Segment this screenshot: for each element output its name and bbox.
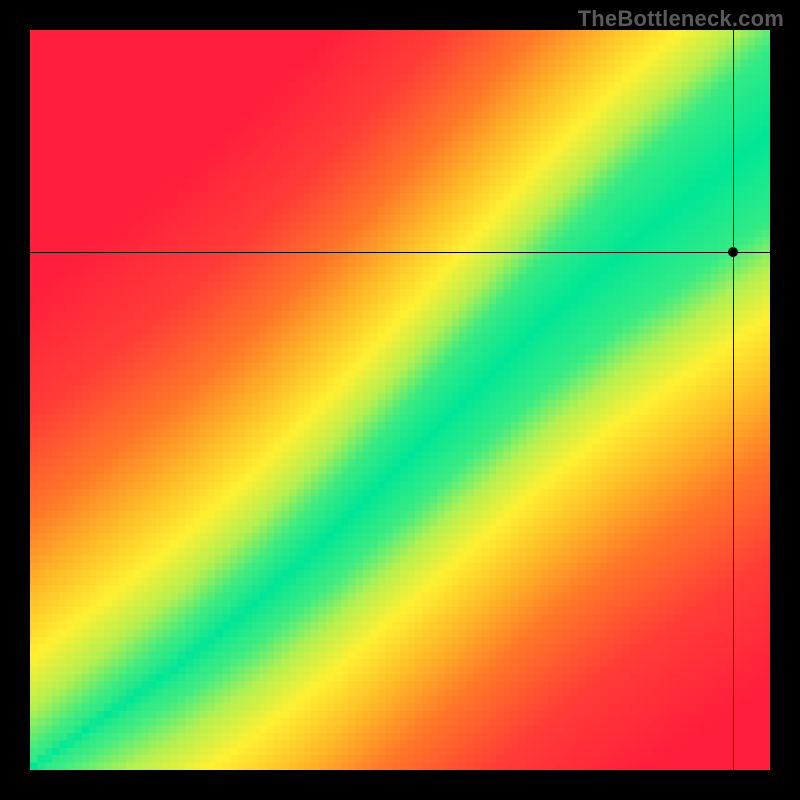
crosshair-vertical [733, 30, 734, 770]
crosshair-horizontal [30, 252, 770, 253]
selection-marker [728, 247, 738, 257]
watermark-text: TheBottleneck.com [578, 6, 784, 32]
heatmap-canvas [30, 30, 770, 770]
heatmap-plot [30, 30, 770, 770]
